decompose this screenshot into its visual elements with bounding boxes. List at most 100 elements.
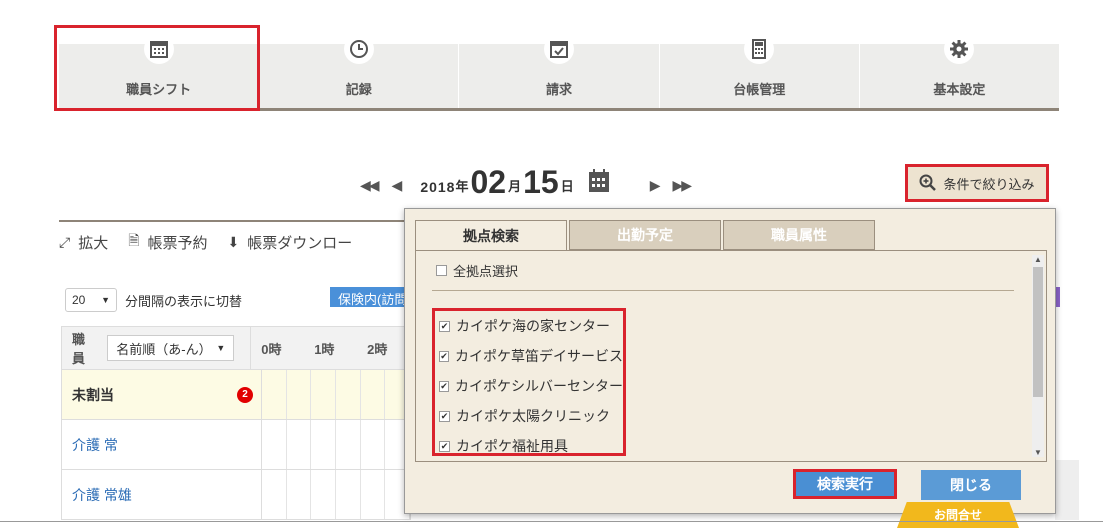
hour-label: 2時 [367,341,388,357]
interval-control: 20 ▼ 分間隔の表示に切替 [65,288,242,312]
filter-dialog: 拠点検索 出勤予定 職員属性 全拠点選択 ✔ カイポケ海の家センター ✔ カイポケ草… [404,208,1056,514]
nav-item-billing[interactable]: 請求 [459,34,660,108]
divider [0,521,1103,522]
list-item[interactable]: ✔ カイポケシルバーセンター [435,371,623,401]
office-label: カイポケ福祉用具 [456,438,568,454]
calendar-picker-icon[interactable] [588,169,610,196]
tab-office-search[interactable]: 拠点検索 [415,220,567,250]
tab-staff-attributes[interactable]: 職員属性 [723,220,875,250]
chevron-down-icon: ▼ [101,295,110,305]
nav-item-records[interactable]: 記録 [259,34,460,108]
table-header: 職員 名前順（あ-ん） ▼ 0時 1時 2時 [61,326,411,370]
tab-attendance[interactable]: 出勤予定 [569,220,721,250]
hour-label: 1時 [314,341,335,357]
calculator-icon [744,34,775,64]
next-month-icon[interactable]: ▶▶ [673,177,692,194]
chevron-down-icon: ▼ [216,343,226,353]
hour-cells[interactable] [262,420,411,469]
main-nav: 職員シフト 記録 請求 台帳管理 基本設定 [59,34,1059,111]
scrollbar[interactable]: ▲ ▼ [1032,255,1044,457]
table-row: 介護 常雄 [61,470,411,520]
nav-item-ledger[interactable]: 台帳管理 [660,34,860,108]
download-icon: ⬇ [227,233,240,250]
nav-label: 記録 [345,82,372,97]
office-list: ✔ カイポケ海の家センター ✔ カイポケ草笛デイサービス ✔ カイポケシルバーセンター… [432,308,626,456]
row-name-cell: 未割当 2 [62,370,262,419]
interval-label: 分間隔の表示に切替 [125,293,243,309]
hour-cells[interactable] [262,470,411,519]
staff-link[interactable]: 介護 常雄 [72,485,132,505]
expand-label: 拡大 [78,234,109,252]
row-name-cell: 介護 常 [62,420,262,469]
select-all-row[interactable]: 全拠点選択 [436,261,518,280]
prev-day-icon[interactable]: ◀ [392,177,403,194]
scroll-up-icon[interactable]: ▲ [1034,255,1042,264]
office-checkbox[interactable]: ✔ [439,410,450,422]
nav-label: 請求 [545,82,572,97]
sort-select[interactable]: 名前順（あ-ん） ▼ [107,335,235,361]
list-item[interactable]: ✔ カイポケ太陽クリニック [435,401,623,431]
clock-icon [343,34,374,64]
row-name-cell: 介護 常雄 [62,470,262,519]
office-checkbox[interactable]: ✔ [439,320,450,332]
list-item[interactable]: ✔ カイポケ福祉用具 [435,431,623,461]
interval-value: 20 [72,293,86,307]
shift-table: 職員 名前順（あ-ん） ▼ 0時 1時 2時 未割当 2 介護 常 介護 常雄 [61,326,411,520]
expand-button[interactable]: ⤢ 拡大 [59,232,108,253]
date-year: 2018 [420,179,456,195]
staff-column-label: 職員 [72,332,86,366]
date-day: 15 [523,164,559,200]
nav-item-settings[interactable]: 基本設定 [860,34,1059,108]
date-year-unit: 年 [455,179,469,194]
nav-item-staff-shift[interactable]: 職員シフト [59,34,260,108]
date-month-unit: 月 [508,179,522,194]
calendar-check-icon [544,34,574,64]
office-panel: 全拠点選択 ✔ カイポケ海の家センター ✔ カイポケ草笛デイサービス ✔ カイポケシル… [415,250,1047,462]
side-panel [1055,460,1079,520]
interval-select[interactable]: 20 ▼ [65,288,117,312]
download-report-button[interactable]: ⬇ 帳票ダウンロー [228,232,353,253]
reserve-label: 帳票予約 [147,234,208,252]
count-badge: 2 [237,386,253,403]
gear-icon [944,34,975,64]
office-checkbox[interactable]: ✔ [439,350,449,362]
reserve-report-button[interactable]: 🗎 帳票予約 [128,230,207,254]
hour-cells[interactable] [262,370,411,419]
list-item[interactable]: ✔ カイポケ海の家センター [435,311,623,341]
scroll-down-icon[interactable]: ▼ [1034,448,1042,457]
office-checkbox[interactable]: ✔ [439,380,449,392]
table-row: 未割当 2 [61,370,411,420]
filter-label: 条件で絞り込み [943,176,1035,192]
row-name: 未割当 [72,386,114,403]
search-execute-button[interactable]: 検索実行 [793,469,897,499]
office-label: カイポケ太陽クリニック [456,408,610,424]
date-month: 02 [470,164,507,200]
nav-label: 基本設定 [933,82,986,97]
select-all-checkbox[interactable] [436,265,447,276]
zoom-in-icon [919,174,937,191]
hour-label: 0時 [261,341,282,357]
dialog-tabs: 拠点検索 出勤予定 職員属性 [415,220,875,250]
next-day-icon[interactable]: ▶ [650,177,661,194]
table-row: 介護 常 [61,420,411,470]
expand-icon: ⤢ [59,233,71,250]
calendar-grid-icon [143,34,174,64]
nav-label: 職員シフト [126,82,192,97]
nav-label: 台帳管理 [733,82,786,97]
download-label: 帳票ダウンロー [247,234,353,252]
office-label: カイポケ海の家センター [456,318,610,334]
scroll-thumb[interactable] [1033,267,1043,397]
list-item[interactable]: ✔ カイポケ草笛デイサービス [435,341,623,371]
service-badge[interactable]: 保険内(訪問 [330,287,410,307]
staff-link[interactable]: 介護 常 [72,435,118,455]
office-label: カイポケ草笛デイサービス [455,348,623,364]
contact-button[interactable]: お問合せ [897,502,1019,528]
prev-month-icon[interactable]: ◀◀ [360,177,379,194]
sort-value: 名前順（あ-ん） [116,341,212,357]
filter-button[interactable]: 条件で絞り込み [905,164,1049,202]
toolbar: ⤢ 拡大 🗎 帳票予約 ⬇ 帳票ダウンロー [59,220,419,262]
date-navigator: ◀◀ ◀ 2018 年 02 月 15 日 ▶ ▶▶ [360,162,704,202]
office-label: カイポケシルバーセンター [455,378,623,394]
close-button[interactable]: 閉じる [921,470,1021,500]
office-checkbox[interactable]: ✔ [439,440,450,452]
